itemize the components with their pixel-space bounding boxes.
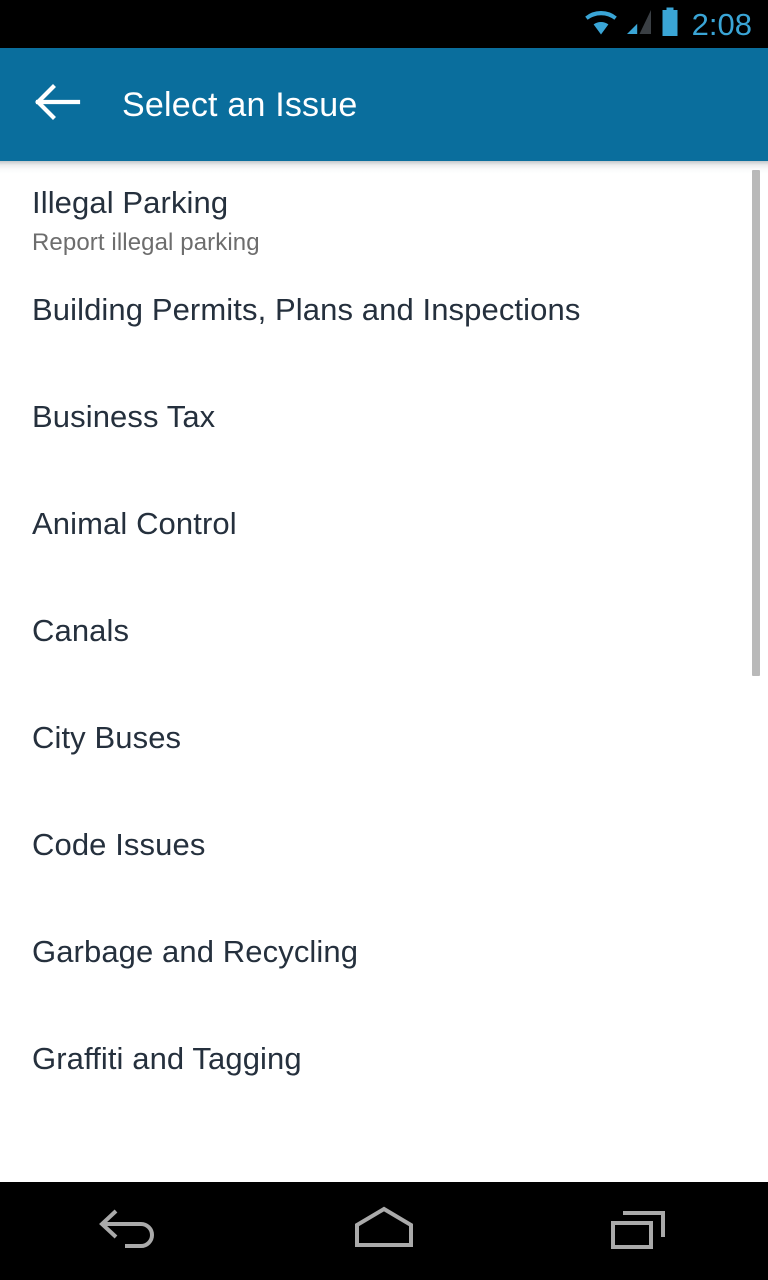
list-item[interactable]: Illegal Parking Report illegal parking bbox=[0, 182, 768, 289]
recents-icon bbox=[607, 1203, 673, 1260]
nav-back-button[interactable] bbox=[53, 1182, 203, 1280]
cellular-signal-icon bbox=[625, 8, 653, 41]
nav-home-button[interactable] bbox=[309, 1182, 459, 1280]
list-item[interactable]: Business Tax bbox=[0, 396, 768, 503]
scrollbar-thumb[interactable] bbox=[752, 170, 760, 676]
status-icons bbox=[584, 7, 680, 42]
battery-icon bbox=[660, 7, 680, 42]
home-icon bbox=[351, 1203, 417, 1260]
issue-list: Illegal Parking Report illegal parking Bui… bbox=[0, 161, 768, 1145]
list-item[interactable]: Graffiti and Tagging bbox=[0, 1038, 768, 1145]
list-item-title: Code Issues bbox=[32, 827, 206, 862]
android-screen: 2:08 Select an Issue Illegal Parking Repo… bbox=[0, 0, 768, 1280]
list-item[interactable]: Code Issues bbox=[0, 824, 768, 931]
page-title: Select an Issue bbox=[122, 85, 358, 124]
list-item[interactable]: Animal Control bbox=[0, 503, 768, 610]
arrow-left-icon bbox=[34, 81, 82, 128]
list-item-title: Garbage and Recycling bbox=[32, 934, 359, 969]
list-item-title: Graffiti and Tagging bbox=[32, 1041, 302, 1076]
list-item-subtitle: Report illegal parking bbox=[32, 229, 260, 256]
list-item[interactable]: Building Permits, Plans and Inspections bbox=[0, 289, 768, 396]
status-bar: 2:08 bbox=[0, 0, 768, 48]
status-bar-clock: 2:08 bbox=[691, 6, 752, 42]
list-item-title: Business Tax bbox=[32, 399, 216, 434]
list-item[interactable]: City Buses bbox=[0, 717, 768, 824]
wifi-icon bbox=[584, 8, 618, 41]
list-item-title: Animal Control bbox=[32, 506, 237, 541]
list-item-title: City Buses bbox=[32, 720, 182, 755]
back-button[interactable] bbox=[21, 68, 95, 142]
issue-list-scroll-container[interactable]: Illegal Parking Report illegal parking Bui… bbox=[0, 161, 768, 1182]
list-item[interactable]: Garbage and Recycling bbox=[0, 931, 768, 1038]
list-item-title: Canals bbox=[32, 613, 130, 648]
nav-recents-button[interactable] bbox=[565, 1182, 715, 1280]
back-arrow-icon bbox=[95, 1203, 161, 1260]
list-item[interactable]: Canals bbox=[0, 610, 768, 717]
app-bar: Select an Issue bbox=[0, 48, 768, 161]
system-navigation-bar bbox=[0, 1182, 768, 1280]
list-item-title: Illegal Parking bbox=[32, 185, 229, 220]
list-item-title: Building Permits, Plans and Inspections bbox=[32, 292, 581, 327]
